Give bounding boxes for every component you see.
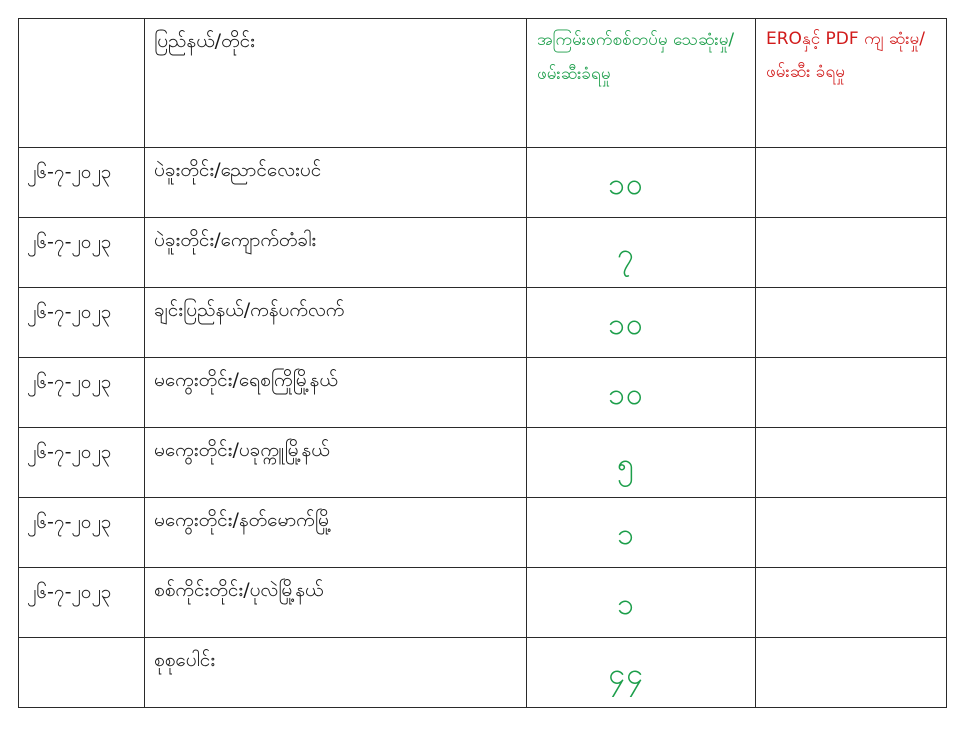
date-cell: ၂၆-၇-၂၀၂၃ xyxy=(18,497,145,568)
count-value: ၁၀ xyxy=(608,307,644,342)
count-value: ၅ xyxy=(617,447,635,482)
count-value: ၁၀ xyxy=(608,377,644,412)
header-ero-label: EROနှင့် PDF ကျ ဆုံးမှု/ ဖမ်းဆီး ခံရမှု xyxy=(766,29,925,82)
place-cell: မကွေးတိုင်း/ပခုက္ကူမြို့နယ် xyxy=(144,427,527,498)
place-text: ပဲခူးတိုင်း/ညောင်လေးပင် xyxy=(154,159,322,181)
ero-cell xyxy=(755,357,947,428)
place-cell: ချင်းပြည်နယ်/ကန်ပက်လက် xyxy=(144,287,527,358)
count-cell: ၇ xyxy=(526,217,756,288)
header-count-cell: အကြမ်းဖက်စစ်တပ်မှ သေဆုံးမှု/ ဖမ်းဆီးခံရမ… xyxy=(526,18,756,148)
date-text: ၂၆-၇-၂၀၂၃ xyxy=(27,511,112,533)
header-place-label: ပြည်နယ်/တိုင်း xyxy=(154,30,255,52)
total-label: စုစုပေါင်း xyxy=(154,649,216,671)
header-place-cell: ပြည်နယ်/တိုင်း xyxy=(144,18,527,148)
date-text: ၂၆-၇-၂၀၂၃ xyxy=(27,231,112,253)
table-row: ၂၆-၇-၂၀၂၃ မကွေးတိုင်း/ရေစကြိုမြို့နယ် ၁၀ xyxy=(18,357,947,428)
place-text: ပဲခူးတိုင်း/ကျောက်တံခါး xyxy=(154,229,317,251)
header-ero-cell: EROနှင့် PDF ကျ ဆုံးမှု/ ဖမ်းဆီး ခံရမှု xyxy=(755,18,947,148)
date-cell: ၂၆-၇-၂၀၂၃ xyxy=(18,567,145,638)
count-value: ၁၀ xyxy=(608,167,644,202)
ero-cell xyxy=(755,287,947,358)
count-cell: ၁၀ xyxy=(526,287,756,358)
table-row: ၂၆-၇-၂၀၂၃ မကွေးတိုင်း/ပခုက္ကူမြို့နယ် ၅ xyxy=(18,427,947,498)
count-cell: ၁၀ xyxy=(526,357,756,428)
place-cell: စစ်ကိုင်းတိုင်း/ပုလဲမြို့နယ် xyxy=(144,567,527,638)
total-ero-cell xyxy=(755,637,947,708)
total-date-text xyxy=(20,639,144,651)
date-text: ၂၆-၇-၂၀၂၃ xyxy=(27,441,112,463)
header-count-label: အကြမ်းဖက်စစ်တပ်မှ သေဆုံးမှု/ ဖမ်းဆီးခံရမ… xyxy=(537,30,735,84)
place-text: စစ်ကိုင်းတိုင်း/ပုလဲမြို့နယ် xyxy=(154,579,324,601)
count-cell: ၁ xyxy=(526,567,756,638)
header-date-label xyxy=(20,20,144,32)
table-row: ၂၆-၇-၂၀၂၃ ပဲခူးတိုင်း/ကျောက်တံခါး ၇ xyxy=(18,217,947,288)
ero-cell xyxy=(755,497,947,568)
count-cell: ၅ xyxy=(526,427,756,498)
date-cell: ၂၆-၇-၂၀၂၃ xyxy=(18,147,145,218)
ero-cell xyxy=(755,147,947,218)
place-text: မကွေးတိုင်း/ရေစကြိုမြို့နယ် xyxy=(154,369,338,391)
ero-cell xyxy=(755,217,947,288)
count-cell: ၁၀ xyxy=(526,147,756,218)
header-date-cell xyxy=(18,18,145,148)
place-cell: ပဲခူးတိုင်း/ကျောက်တံခါး xyxy=(144,217,527,288)
count-value: ၁ xyxy=(617,587,635,622)
ero-cell xyxy=(755,427,947,498)
count-value: ၇ xyxy=(617,237,635,272)
place-cell: မကွေးတိုင်း/ရေစကြိုမြို့နယ် xyxy=(144,357,527,428)
place-text: ချင်းပြည်နယ်/ကန်ပက်လက် xyxy=(154,299,345,321)
date-cell: ၂၆-၇-၂၀၂၃ xyxy=(18,357,145,428)
table-row: ၂၆-၇-၂၀၂၃ မကွေးတိုင်း/နတ်မောက်မြို့ ၁ xyxy=(18,497,947,568)
date-text: ၂၆-၇-၂၀၂၃ xyxy=(27,371,112,393)
place-text: မကွေးတိုင်း/နတ်မောက်မြို့ xyxy=(154,509,332,531)
table-row: ၂၆-၇-၂၀၂၃ စစ်ကိုင်းတိုင်း/ပုလဲမြို့နယ် ၁ xyxy=(18,567,947,638)
count-value: ၁ xyxy=(617,517,635,552)
table-row: ၂၆-၇-၂၀၂၃ ချင်းပြည်နယ်/ကန်ပက်လက် ၁၀ xyxy=(18,287,947,358)
place-cell: မကွေးတိုင်း/နတ်မောက်မြို့ xyxy=(144,497,527,568)
total-date-cell xyxy=(18,637,145,708)
table-row: ၂၆-၇-၂၀၂၃ ပဲခူးတိုင်း/ညောင်လေးပင် ၁၀ xyxy=(18,147,947,218)
date-cell: ၂၆-၇-၂၀၂၃ xyxy=(18,217,145,288)
count-cell: ၁ xyxy=(526,497,756,568)
total-count-cell: ၄၄ xyxy=(526,637,756,708)
date-text: ၂၆-၇-၂၀၂၃ xyxy=(27,161,112,183)
place-cell: ပဲခူးတိုင်း/ညောင်လေးပင် xyxy=(144,147,527,218)
date-cell: ၂၆-၇-၂၀၂၃ xyxy=(18,427,145,498)
ero-cell xyxy=(755,567,947,638)
total-label-cell: စုစုပေါင်း xyxy=(144,637,527,708)
date-text: ၂၆-၇-၂၀၂၃ xyxy=(27,581,112,603)
report-table: ပြည်နယ်/တိုင်း အကြမ်းဖက်စစ်တပ်မှ သေဆုံးမ… xyxy=(18,18,947,708)
header-row: ပြည်နယ်/တိုင်း အကြမ်းဖက်စစ်တပ်မှ သေဆုံးမ… xyxy=(18,18,947,148)
total-row: စုစုပေါင်း ၄၄ xyxy=(18,637,947,708)
total-count-value: ၄၄ xyxy=(608,657,644,692)
date-text: ၂၆-၇-၂၀၂၃ xyxy=(27,301,112,323)
date-cell: ၂၆-၇-၂၀၂၃ xyxy=(18,287,145,358)
place-text: မကွေးတိုင်း/ပခုက္ကူမြို့နယ် xyxy=(154,439,330,461)
